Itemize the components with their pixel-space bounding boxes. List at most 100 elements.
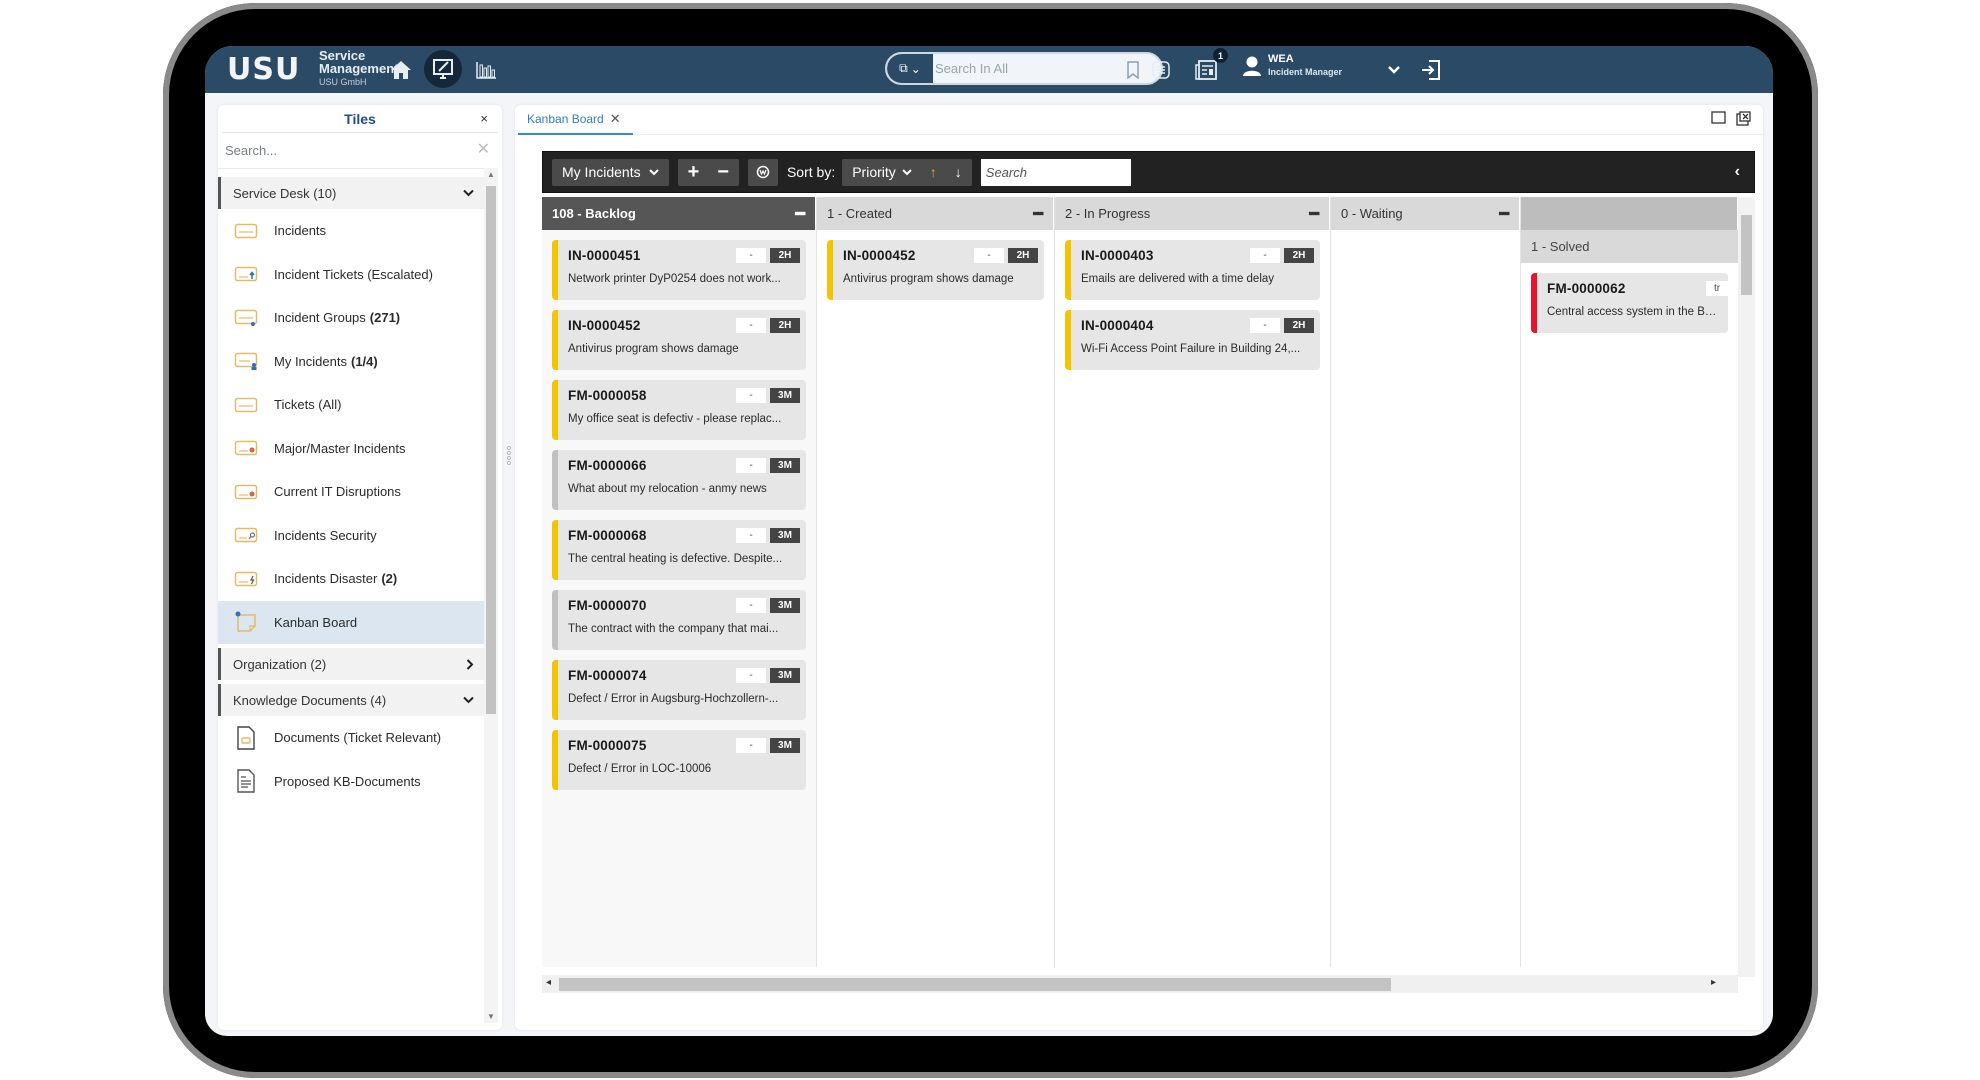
kanban-card[interactable]: IN-0000403-2H Emails are delivered with a… <box>1065 240 1320 300</box>
ticket-fire-icon <box>234 484 258 499</box>
column-header: 1 - Created ━ <box>817 197 1054 230</box>
board-vertical-scrollbar[interactable] <box>1738 197 1755 977</box>
clear-search-icon[interactable]: ✕ <box>477 139 490 159</box>
tile-current-it-disruptions[interactable]: Current IT Disruptions <box>218 470 484 514</box>
card-priority-badge: 3M <box>770 528 800 543</box>
add-icon[interactable]: + <box>688 161 700 184</box>
kanban-card[interactable]: FM-0000068-3M The central heating is defe… <box>552 520 806 580</box>
group-service-desk[interactable]: Service Desk (10) <box>218 177 484 209</box>
card-priority-badge: 3M <box>770 738 800 753</box>
card-status: - <box>1250 248 1280 263</box>
tile-my-incidents[interactable]: My Incidents (1/4) <box>218 340 484 384</box>
chevron-down-icon <box>463 189 474 197</box>
kanban-card[interactable]: FM-0000062 tr Central access system in the… <box>1531 273 1728 333</box>
group-organization[interactable]: Organization (2) <box>218 648 484 680</box>
ticket-key-icon <box>234 528 258 543</box>
kanban-card[interactable]: IN-0000452-2H Antivirus program shows dam… <box>552 310 806 370</box>
remove-icon[interactable]: − <box>717 161 729 184</box>
column-header: 108 - Backlog ━ <box>542 197 816 230</box>
tile-incidents[interactable]: Incidents <box>218 209 484 253</box>
logout-button[interactable] <box>1415 54 1447 86</box>
kanban-card[interactable]: FM-0000070-3M The contract with the compa… <box>552 590 806 650</box>
tile-label: Incidents Security <box>274 527 377 543</box>
collapse-column-icon[interactable]: ━ <box>795 204 805 224</box>
swimlane-button[interactable] <box>747 158 778 186</box>
user-menu[interactable]: WEA Incident Manager <box>1242 53 1342 78</box>
kanban-card[interactable]: FM-0000058-3M My office seat is defectiv … <box>552 380 806 440</box>
card-description: Wi-Fi Access Point Failure in Building 2… <box>1081 343 1301 355</box>
main-panel: Kanban Board ✕ My Incidents + − Sort by:… <box>515 105 1763 1030</box>
search-scope-dropdown[interactable]: ⧉ ⌄ <box>887 54 933 83</box>
sort-ascending-icon[interactable]: ↑ <box>930 164 937 180</box>
kanban-card[interactable]: FM-0000066-3M What about my relocation - … <box>552 450 806 510</box>
column-cards: FM-0000062 tr Central access system in the… <box>1521 263 1738 333</box>
tile-documents-ticket-relevant[interactable]: Documents (Ticket Relevant) <box>218 716 484 760</box>
workspace-button[interactable] <box>424 50 462 88</box>
tile-kanban-board[interactable]: Kanban Board <box>218 600 484 644</box>
close-tiles-button[interactable]: × <box>480 111 488 126</box>
news-button[interactable]: 1 <box>1190 48 1228 86</box>
close-tab-icon[interactable]: ✕ <box>610 111 621 127</box>
collapse-column-icon[interactable]: ━ <box>1499 204 1509 224</box>
card-description: Central access system in the Bahnhof <box>1547 306 1722 318</box>
kanban-card[interactable]: IN-0000404-2H Wi-Fi Access Point Failure … <box>1065 310 1320 370</box>
panel-splitter-handle[interactable]: oooo <box>506 445 512 467</box>
document-list-icon <box>237 769 255 793</box>
reports-button[interactable] <box>470 54 502 86</box>
home-button[interactable] <box>385 54 417 86</box>
kanban-card[interactable]: FM-0000075-3M Defect / Error in LOC-10006 <box>552 730 806 790</box>
user-name: WEA <box>1268 53 1294 65</box>
tile-incident-groups[interactable]: Incident Groups (271) <box>218 296 484 340</box>
chevron-down-icon: ⌄ <box>910 61 921 76</box>
card-description: My office seat is defectiv - please repl… <box>568 413 782 425</box>
tile-major-master-incidents[interactable]: Major/Master Incidents <box>218 427 484 471</box>
tile-tickets-all[interactable]: Tickets (All) <box>218 383 484 427</box>
chevron-down-icon <box>1388 66 1400 74</box>
tile-proposed-kb-documents[interactable]: Proposed KB-Documents <box>218 760 484 804</box>
chevron-down-icon <box>648 168 659 175</box>
scrollbar-thumb[interactable] <box>1741 215 1752 295</box>
card-id: FM-0000062 <box>1547 281 1626 296</box>
maximize-icon[interactable] <box>1711 111 1726 124</box>
kanban-card[interactable]: FM-0000074-3M Defect / Error in Augsburg-… <box>552 660 806 720</box>
kanban-card[interactable]: IN-0000451-2H Network printer DyP0254 doe… <box>552 240 806 300</box>
tile-incidents-disaster[interactable]: Incidents Disaster (2) <box>218 557 484 601</box>
sort-field-dropdown[interactable]: Priority <box>852 164 912 180</box>
logout-icon <box>1422 60 1440 80</box>
kanban-note-icon <box>235 611 256 632</box>
group-label: Service Desk (10) <box>233 185 337 201</box>
tab-label: Kanban Board <box>527 112 604 126</box>
close-all-tabs-icon[interactable] <box>1736 111 1751 126</box>
scroll-up-arrow[interactable]: ▲ <box>487 170 495 179</box>
column-title: 0 - Waiting <box>1341 206 1403 221</box>
card-status: - <box>736 668 766 683</box>
card-description: What about my relocation - anmy news <box>568 483 767 495</box>
tiles-scrollbar[interactable]: ▲ ▼ <box>484 168 498 1023</box>
tiles-search-input[interactable] <box>222 135 498 165</box>
list-button[interactable] <box>1145 54 1177 86</box>
user-menu-toggle[interactable] <box>1378 54 1410 86</box>
group-knowledge-documents[interactable]: Knowledge Documents (4) <box>218 684 484 716</box>
scrollbar-thumb[interactable] <box>559 978 1391 991</box>
column-waiting: 0 - Waiting ━ <box>1331 197 1521 967</box>
scroll-left-arrow[interactable]: ◂ <box>546 977 551 988</box>
column-title: 2 - In Progress <box>1065 206 1151 221</box>
tab-bar: Kanban Board ✕ <box>515 105 1763 135</box>
scroll-down-arrow[interactable]: ▼ <box>487 1012 495 1021</box>
collapse-column-icon[interactable]: ━ <box>1309 204 1319 224</box>
collapse-column-icon[interactable]: ━ <box>1033 204 1043 224</box>
bookmark-icon <box>1127 61 1139 79</box>
kanban-card[interactable]: IN-0000452-2H Antivirus program shows dam… <box>827 240 1044 300</box>
sort-descending-icon[interactable]: ↓ <box>955 164 962 180</box>
scrollbar-thumb[interactable] <box>486 186 496 714</box>
tab-kanban-board[interactable]: Kanban Board ✕ <box>518 105 633 135</box>
group-label: Knowledge Documents (4) <box>233 692 387 708</box>
tile-incident-tickets-escalated[interactable]: Incident Tickets (Escalated) <box>218 253 484 297</box>
scroll-right-arrow[interactable]: ▸ <box>1711 977 1716 988</box>
collapse-toolbar-icon[interactable]: ‹ <box>1735 163 1740 181</box>
filter-dropdown[interactable]: My Incidents <box>552 158 669 186</box>
tile-label: My Incidents <box>274 353 347 369</box>
board-search-input[interactable] <box>980 158 1131 186</box>
board-horizontal-scrollbar[interactable]: ◂ ▸ <box>542 975 1738 993</box>
tile-incidents-security[interactable]: Incidents Security <box>218 514 484 558</box>
